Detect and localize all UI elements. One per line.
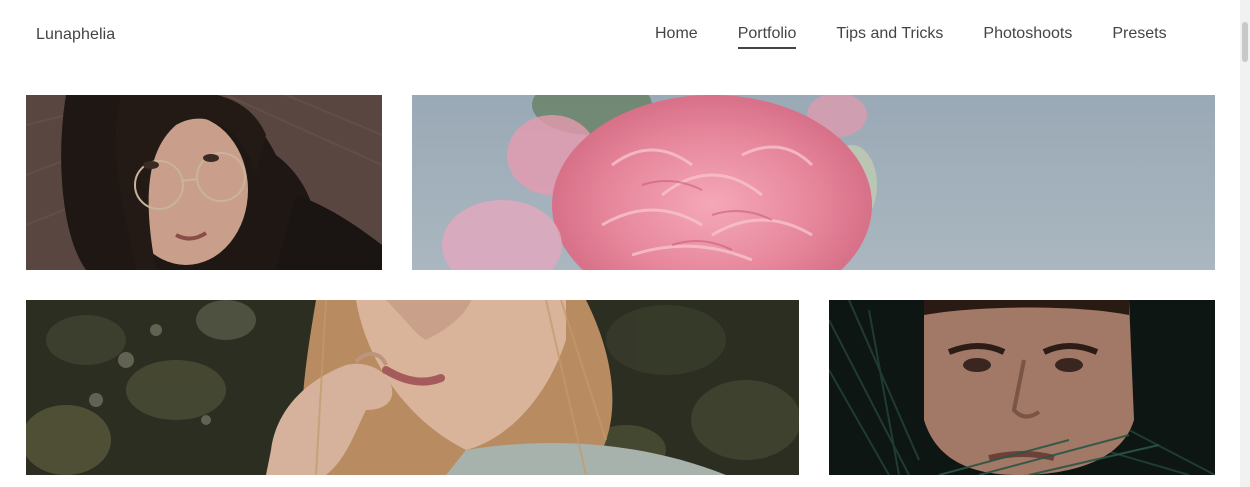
site-brand[interactable]: Lunaphelia: [36, 26, 115, 44]
photo-man-face[interactable]: [829, 300, 1215, 475]
page: Lunaphelia Home Portfolio Tips and Trick…: [0, 0, 1250, 487]
photo-man-face-image: [829, 300, 1215, 475]
nav-tips-and-tricks[interactable]: Tips and Tricks: [836, 25, 943, 49]
main-nav: Home Portfolio Tips and Tricks Photoshoo…: [655, 25, 1167, 49]
nav-photoshoots[interactable]: Photoshoots: [983, 25, 1072, 49]
scrollbar-thumb[interactable]: [1242, 22, 1248, 62]
photo-blonde-woman[interactable]: [26, 300, 799, 475]
photo-pink-peony-image: [412, 95, 1215, 270]
photo-blonde-woman-image: [26, 300, 799, 475]
photo-woman-glasses[interactable]: [26, 95, 382, 270]
vertical-scrollbar[interactable]: [1240, 0, 1250, 487]
nav-home[interactable]: Home: [655, 25, 698, 49]
photo-woman-glasses-image: [26, 95, 382, 270]
nav-portfolio[interactable]: Portfolio: [737, 25, 797, 49]
nav-presets[interactable]: Presets: [1112, 25, 1166, 49]
photo-pink-peony[interactable]: [412, 95, 1215, 270]
